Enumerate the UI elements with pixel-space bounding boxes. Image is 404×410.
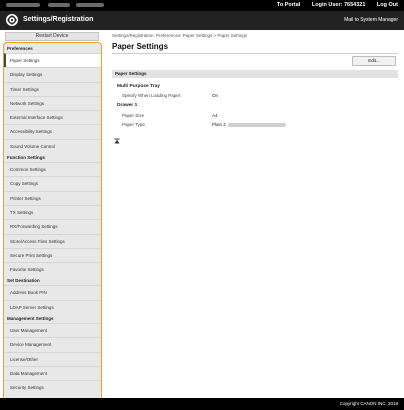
section-set-destination: Set Destination <box>7 278 40 284</box>
blurred-text <box>227 123 286 127</box>
sidebar-item-store-access-files-settings[interactable]: Store/Access Files Settings <box>4 233 101 248</box>
paper-size-value: A4 <box>212 113 218 118</box>
sidebar-item-security-settings[interactable]: Security Settings <box>4 380 101 394</box>
footer: Copyright CANON INC. 2018 <box>0 398 404 410</box>
sidebar-item-rx-forwarding-settings[interactable]: RX/Forwarding Settings <box>4 219 101 233</box>
sidebar-item-sound-volume-control[interactable]: Sound Volume Control <box>4 138 101 153</box>
sidebar-item-printer-settings[interactable]: Printer Settings <box>4 190 101 205</box>
sidebar-menu: Preferences Paper Settings Display Setti… <box>3 42 102 410</box>
login-label: Login User: <box>311 2 343 8</box>
multi-purpose-tray-title: Multi Purpose Tray <box>117 84 160 89</box>
sidebar-item-network-settings[interactable]: Network Settings <box>4 95 101 110</box>
sidebar-item-license-other[interactable]: License/Other <box>4 351 101 366</box>
blurred-text <box>6 3 40 7</box>
top-nav: To Portal Login User: 7654321 Log Out <box>267 2 398 8</box>
top-bar: To Portal Login User: 7654321 Log Out <box>0 0 404 11</box>
blurred-text <box>76 3 104 7</box>
sidebar-item-data-management[interactable]: Data Management <box>4 365 101 380</box>
sidebar-item-paper-settings[interactable]: Paper Settings <box>4 53 101 68</box>
edit-button[interactable]: Edit... <box>352 56 396 66</box>
sidebar-item-timer-settings[interactable]: Timer Settings <box>4 81 101 96</box>
restart-device-button[interactable]: Restart Device <box>5 32 99 41</box>
specify-when-loading-value: On <box>212 93 219 98</box>
paper-size-label: Paper Size <box>122 113 145 118</box>
paper-type-value: Plain 2 <box>212 122 286 127</box>
sidebar: Restart Device Preferences Paper Setting… <box>0 30 105 410</box>
title-bar: Settings/Registration Mail to System Man… <box>0 11 404 30</box>
sidebar-item-tx-settings[interactable]: TX Settings <box>4 204 101 219</box>
main-content: Settings/Registration: Preferences: Pape… <box>108 30 400 398</box>
sidebar-item-display-settings[interactable]: Display Settings <box>4 67 101 81</box>
copyright-text: Copyright CANON INC. 2018 <box>339 401 398 406</box>
to-portal-link[interactable]: To Portal <box>277 2 300 8</box>
sidebar-item-user-management[interactable]: User Management <box>4 323 101 337</box>
sidebar-item-accessibility-settings[interactable]: Accessibility Settings <box>4 124 101 138</box>
mail-system-manager-link[interactable]: Mail to System Manager <box>344 17 398 23</box>
blurred-text <box>48 3 70 7</box>
to-top-icon[interactable] <box>114 138 120 146</box>
paper-type-text: Plain 2 <box>212 122 226 127</box>
sidebar-item-address-book-pin[interactable]: Address Book PIN <box>4 285 101 299</box>
sidebar-item-external-interface-settings[interactable]: External Interface Settings <box>4 110 101 124</box>
login-user-label: Login User: 7654321 <box>312 2 366 8</box>
page-title: Paper Settings <box>112 42 169 51</box>
section-preferences: Preferences <box>7 46 33 51</box>
login-user-id: 7654321 <box>343 2 366 8</box>
sidebar-item-common-settings[interactable]: Common Settings <box>4 162 101 176</box>
app-title: Settings/Registration <box>23 16 94 23</box>
sidebar-item-secure-print-settings[interactable]: Secure Print Settings <box>4 247 101 262</box>
drawer1-title: Drawer 1 <box>117 103 138 108</box>
sidebar-item-copy-settings[interactable]: Copy Settings <box>4 176 101 190</box>
sidebar-item-device-management[interactable]: Device Management <box>4 337 101 351</box>
section-function-settings: Function Settings <box>7 155 45 161</box>
section-management-settings: Management Settings <box>7 316 54 322</box>
sidebar-item-ldap-server-settings[interactable]: LDAP Server Settings <box>4 299 101 314</box>
breadcrumb: Settings/Registration: Preferences: Pape… <box>112 33 247 38</box>
divider <box>112 53 398 54</box>
sidebar-item-favorite-settings[interactable]: Favorite Settings <box>4 262 101 276</box>
paper-type-label: Paper Type <box>122 122 145 127</box>
section-header: Paper Settings <box>112 70 398 78</box>
specify-when-loading-label: Specify When Loading Paper: <box>122 93 182 98</box>
settings-gear-icon <box>6 14 18 26</box>
logout-link[interactable]: Log Out <box>377 2 398 8</box>
